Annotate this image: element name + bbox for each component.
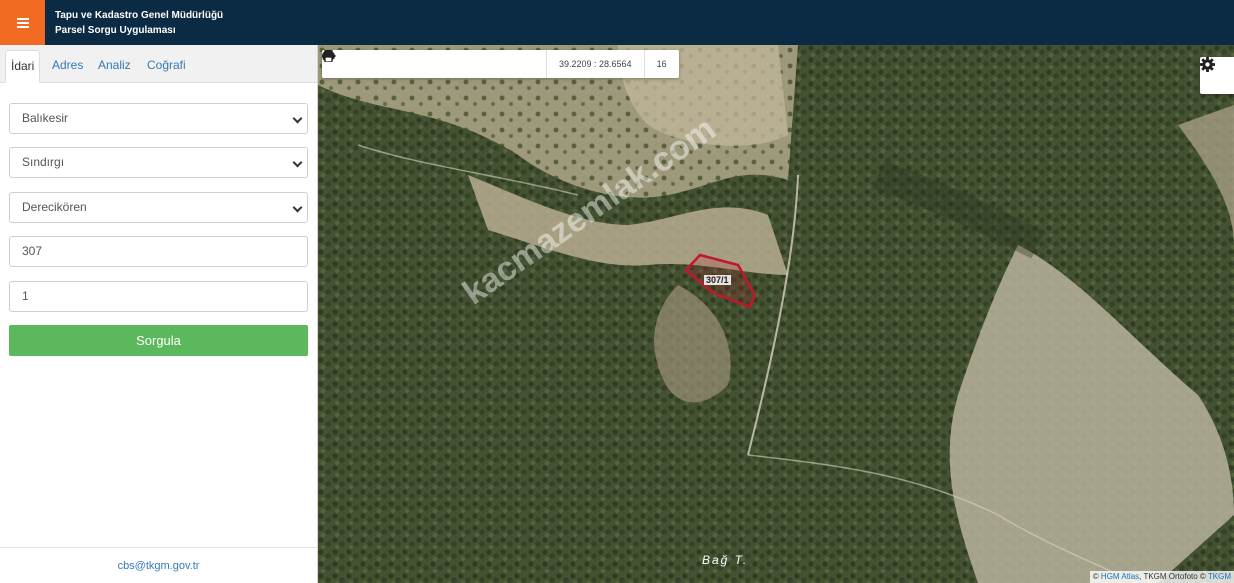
coordinate-readout: 39.2209 : 28.6564 — [546, 50, 644, 78]
neighborhood-select[interactable]: Derecikören — [9, 192, 308, 223]
measure-button[interactable] — [322, 50, 518, 78]
map-toolbar: 39.2209 : 28.6564 16 — [322, 50, 679, 78]
chevron-down-icon — [292, 202, 303, 213]
hamburger-icon — [16, 18, 29, 28]
satellite-imagery — [318, 45, 1234, 583]
neighborhood-select-value: Derecikören — [22, 200, 87, 214]
refresh-button[interactable] — [322, 50, 406, 78]
tab-idari[interactable]: İdari — [5, 50, 41, 83]
tab-cografi[interactable]: Coğrafi — [142, 50, 191, 83]
hgm-atlas-link[interactable]: HGM Atlas — [1101, 572, 1139, 581]
tab-bar: İdari Adres Analiz Coğrafi — [0, 45, 317, 83]
sidebar: İdari Adres Analiz Coğrafi Balıkesir Sın… — [0, 45, 318, 583]
settings-button[interactable] — [1200, 57, 1234, 94]
print-button[interactable] — [322, 50, 546, 78]
chevron-down-icon — [292, 157, 303, 168]
map-view[interactable]: kacmazemlak.com 307/1 Bağ T. 39.2209 : 2… — [318, 45, 1234, 583]
favorite-button[interactable] — [322, 50, 490, 78]
locate-button[interactable] — [322, 50, 434, 78]
attribution-prefix: © — [1092, 572, 1101, 581]
parcel-label: 307/1 — [704, 275, 731, 285]
district-select-value: Sındırgı — [22, 155, 65, 169]
app-title-line1: Tapu ve Kadastro Genel Müdürlüğü — [55, 10, 224, 21]
map-attribution: © HGM Atlas, TKGM Ortofoto © TKGM — [1089, 571, 1234, 583]
query-button[interactable]: Sorgula — [9, 325, 308, 356]
zoom-out-button[interactable] — [322, 50, 378, 78]
block-input-value: 307 — [22, 244, 43, 258]
app-title-line2: Parsel Sorgu Uygulaması — [55, 25, 176, 36]
block-input[interactable]: 307 — [9, 236, 308, 267]
tab-adres[interactable]: Adres — [47, 50, 88, 83]
zoom-level-readout: 16 — [643, 50, 679, 78]
contact-email-link[interactable]: cbs@tkgm.gov.tr — [0, 547, 317, 583]
tkgm-link[interactable]: TKGM — [1208, 572, 1231, 581]
parcel-input[interactable]: 1 — [9, 281, 308, 312]
province-select[interactable]: Balıkesir — [9, 103, 308, 134]
district-select[interactable]: Sındırgı — [9, 147, 308, 178]
menu-button[interactable] — [0, 0, 45, 45]
province-select-value: Balıkesir — [22, 111, 69, 125]
app-header: Tapu ve Kadastro Genel Müdürlüğü Parsel … — [0, 0, 1234, 45]
print-icon — [322, 50, 335, 62]
attribution-middle: , TKGM Ortofoto © — [1139, 572, 1208, 581]
place-label: Bağ T. — [702, 553, 749, 567]
app-title: Tapu ve Kadastro Genel Müdürlüğü Parsel … — [55, 8, 223, 38]
parcel-input-value: 1 — [22, 289, 29, 303]
info-button[interactable] — [326, 50, 462, 78]
gear-icon — [1200, 57, 1215, 72]
tab-analiz[interactable]: Analiz — [93, 50, 136, 83]
chevron-down-icon — [292, 113, 303, 124]
